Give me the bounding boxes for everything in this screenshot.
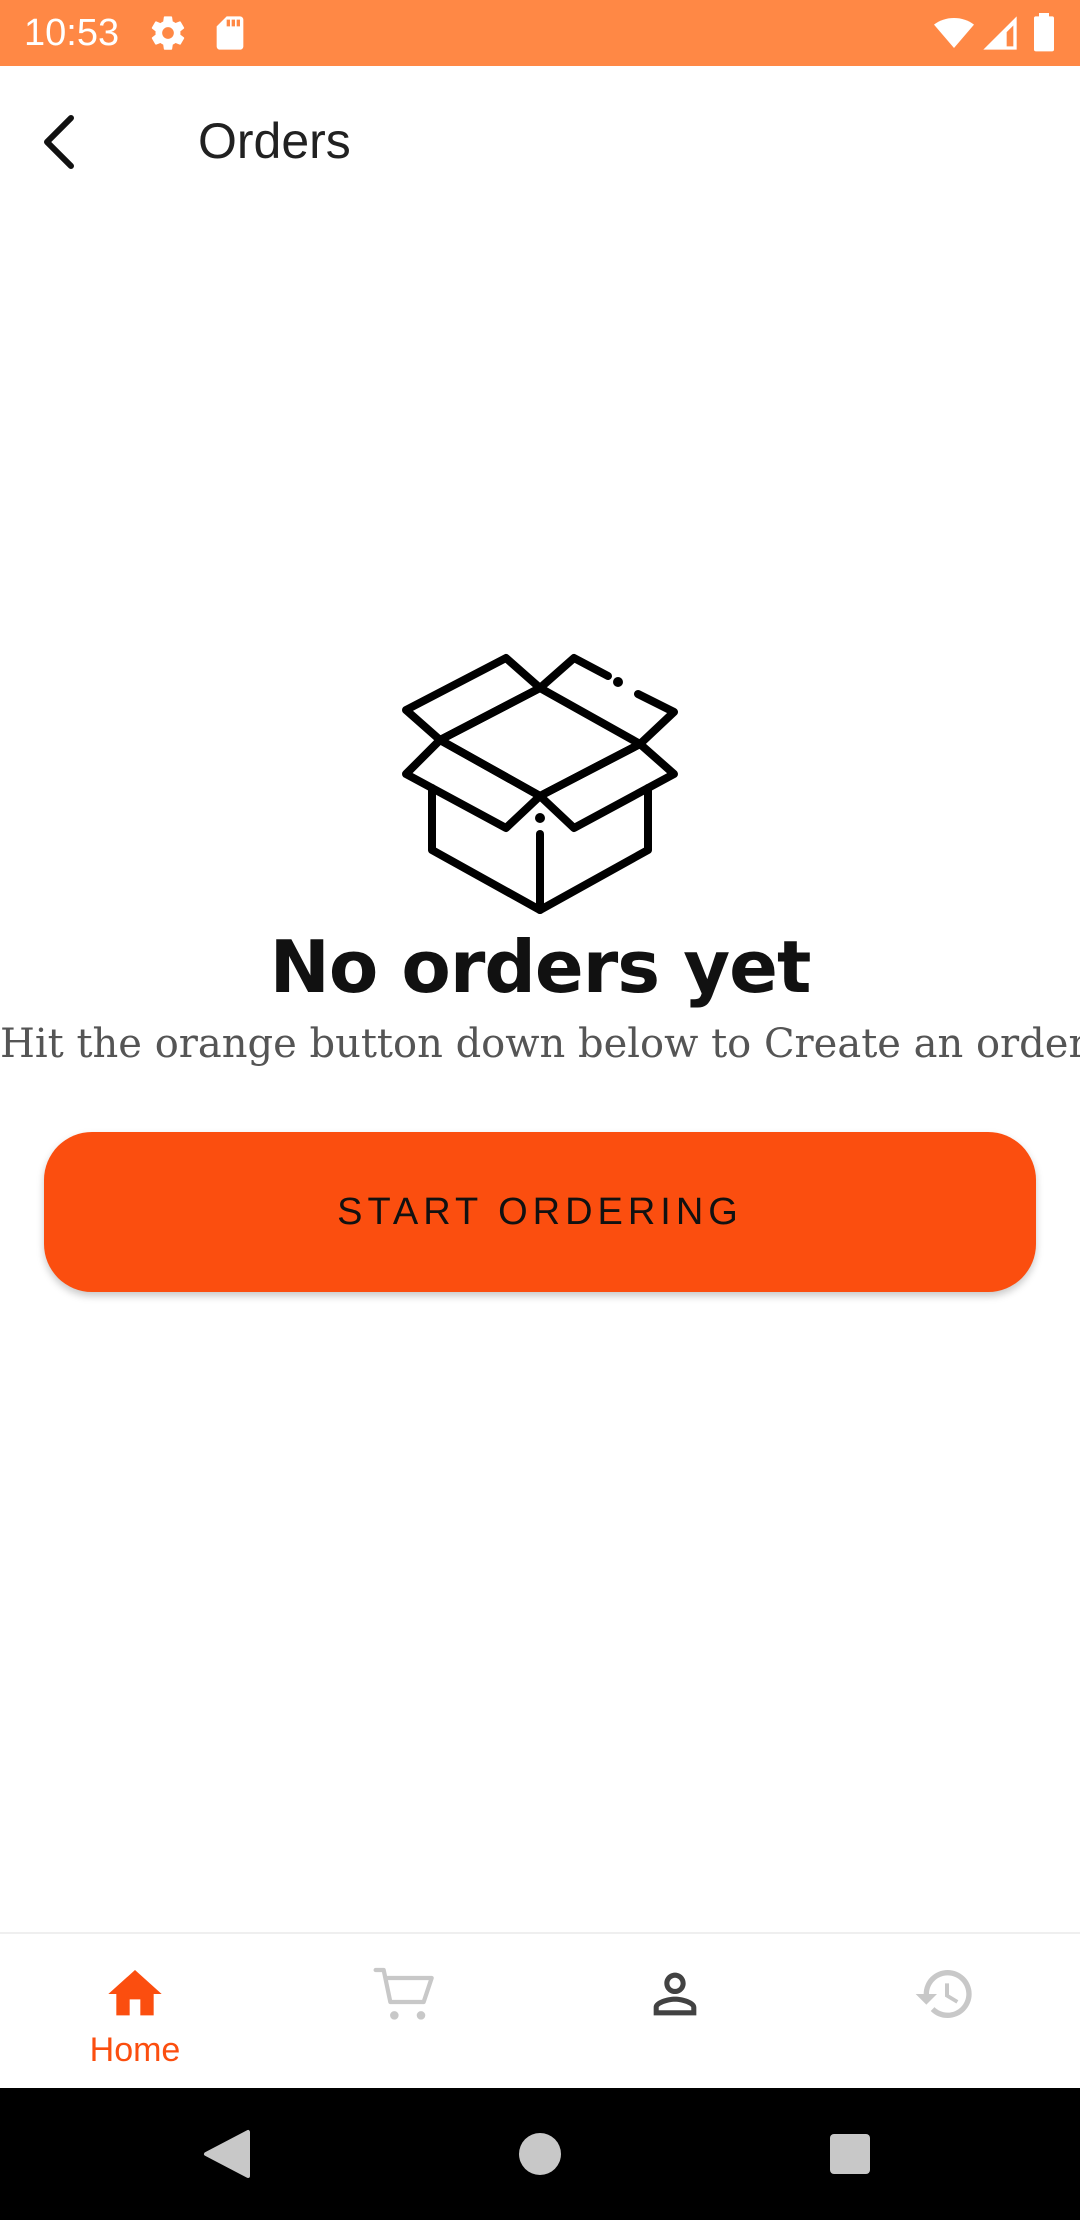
battery-icon [1030,13,1058,53]
cart-icon [373,1967,434,2020]
cellular-signal-icon [980,13,1020,53]
open-box-icon [402,654,678,914]
app-bar: Orders [0,66,1080,224]
system-home-button[interactable] [504,2118,576,2190]
status-time: 10:53 [24,12,120,54]
wifi-icon [934,13,974,53]
bottom-navigation: Home [0,1932,1080,2088]
gear-icon [148,13,188,53]
home-circle-icon [519,2133,561,2175]
nav-item-profile[interactable] [540,1934,810,2090]
back-button[interactable] [20,102,100,182]
arrow-back-icon [44,115,74,169]
recents-square-icon [830,2134,870,2174]
nav-label-home: Home [89,2031,181,2069]
nav-item-cart[interactable] [270,1934,540,2090]
back-triangle-icon [204,2130,250,2178]
system-recents-button[interactable] [814,2118,886,2190]
start-ordering-button[interactable]: START ORDERING [44,1132,1036,1292]
empty-state-subtitle: Hit the orange button down below to Crea… [0,1021,1080,1067]
system-navigation-bar [0,2088,1080,2220]
profile-icon [653,1972,697,2016]
status-bar: 10:53 [0,0,1080,66]
nav-item-home[interactable]: Home [0,1934,270,2090]
home-icon [108,1970,162,2016]
nav-item-history[interactable] [810,1934,1080,2090]
system-back-button[interactable] [190,2118,262,2190]
history-icon [915,1970,972,2018]
orders-screen: 10:53 Orders No orders yet Hit the orang… [0,0,1080,2220]
sd-card-icon [210,13,250,53]
start-ordering-label: START ORDERING [337,1190,743,1233]
empty-state-title: No orders yet [269,925,812,1009]
page-title: Orders [198,113,351,169]
